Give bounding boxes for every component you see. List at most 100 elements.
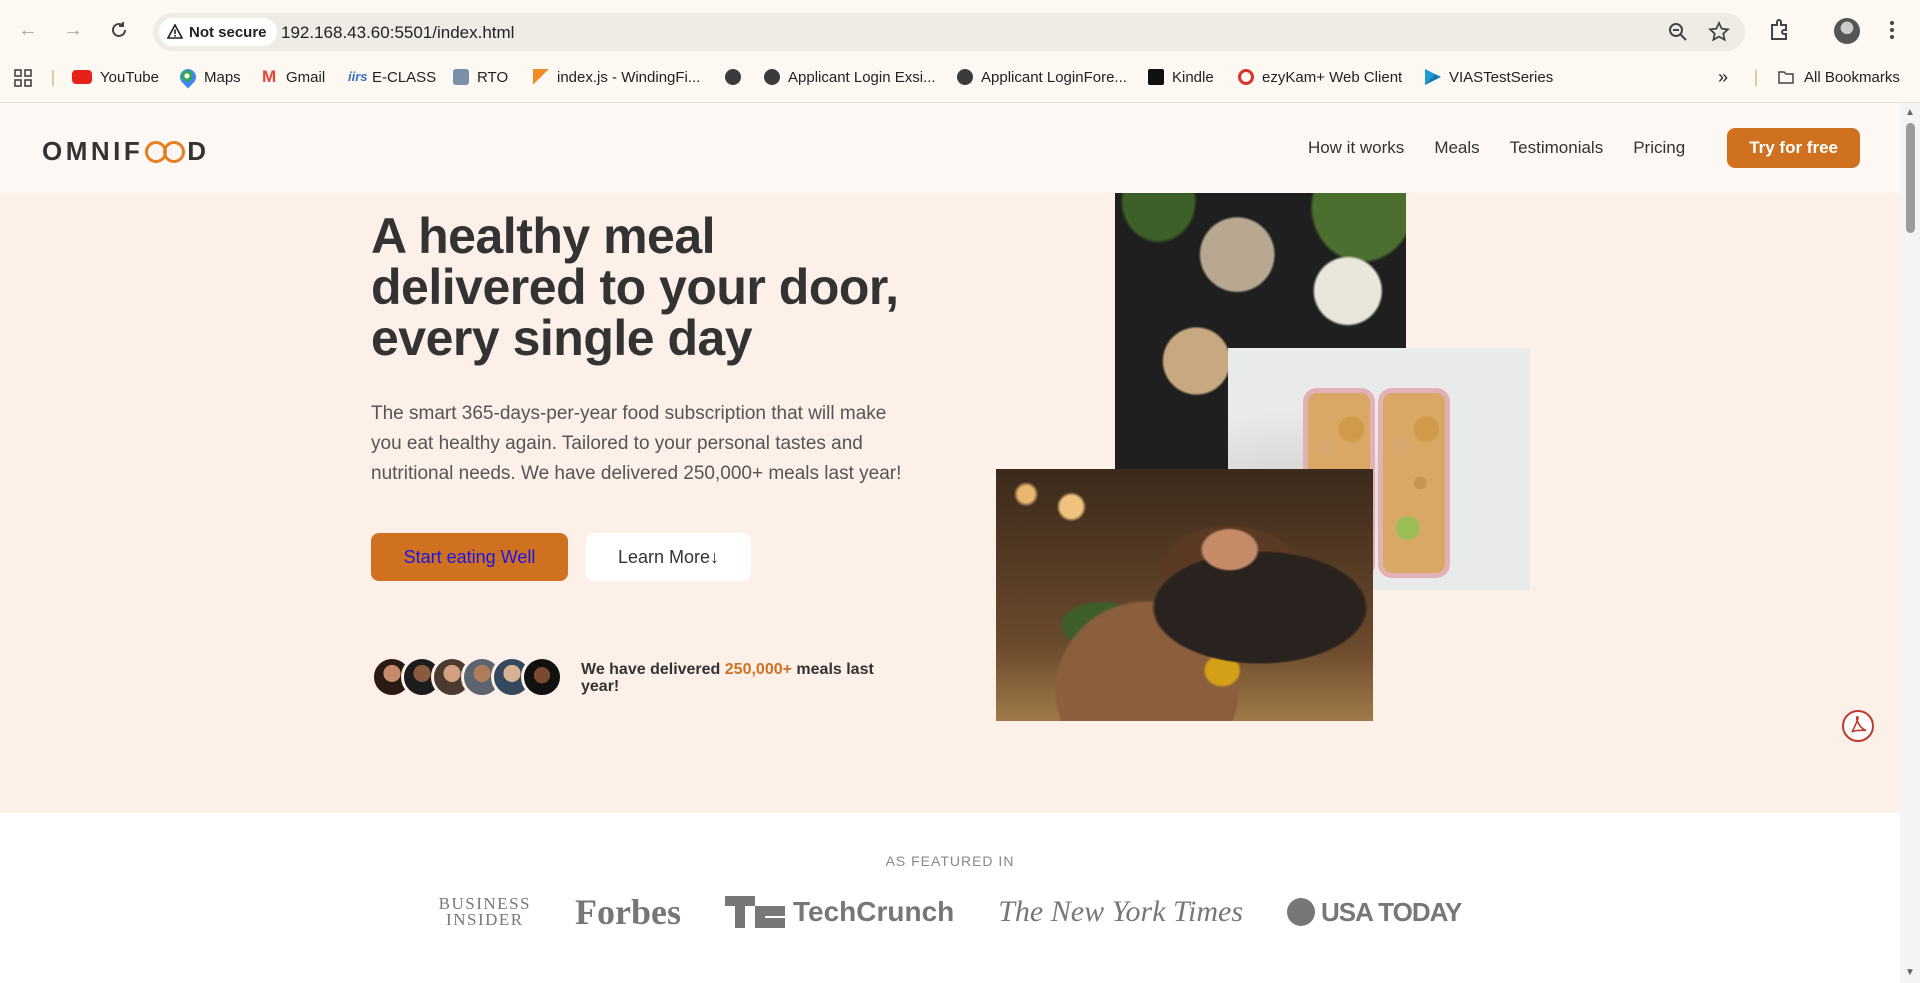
hero-description: The smart 365-days-per-year food subscri… xyxy=(371,403,902,484)
bookmark-applicant-exsi[interactable]: Applicant Login Exsi... xyxy=(764,67,936,87)
customer-avatar xyxy=(521,656,563,698)
nav-how-it-works[interactable]: How it works xyxy=(1308,138,1404,158)
profile-avatar[interactable] xyxy=(1834,18,1860,44)
delivered-prefix: We have delivered xyxy=(581,661,721,678)
bookmark-rto[interactable]: RTO xyxy=(453,67,508,87)
bookmarks-separator xyxy=(52,70,54,86)
all-bookmarks-folder[interactable]: All Bookmarks xyxy=(1776,67,1900,87)
security-chip[interactable]: Not secure xyxy=(159,18,277,46)
bookmark-label: Applicant LoginFore... xyxy=(981,68,1127,86)
business-insider-line2: INSIDER xyxy=(446,910,524,929)
bookmark-label: Gmail xyxy=(286,68,326,86)
bookmark-indexjs[interactable]: index.js - WindingFi... xyxy=(533,67,700,87)
bookmark-youtube[interactable]: YouTube xyxy=(72,67,159,87)
bookmark-applicant-fore[interactable]: Applicant LoginFore... xyxy=(957,67,1127,87)
bookmark-vias[interactable]: VIASTestSeries xyxy=(1425,67,1553,87)
bookmark-gmail[interactable]: M Gmail xyxy=(262,67,325,87)
bookmark-ezykam[interactable]: ezyKam+ Web Client xyxy=(1238,67,1402,87)
bookmark-globe[interactable] xyxy=(725,67,749,87)
bookmark-label: E-CLASS xyxy=(372,68,437,86)
techcrunch-logo: TechCrunch xyxy=(724,896,955,928)
eclass-icon: iirs xyxy=(348,69,368,84)
start-eating-well-button[interactable]: Start eating Well xyxy=(371,533,568,581)
gmail-icon: M xyxy=(262,67,277,86)
usatoday-text: USA TODAY xyxy=(1321,896,1462,927)
security-label: Not secure xyxy=(189,23,267,41)
vias-icon xyxy=(1425,69,1441,85)
bookmark-label: Maps xyxy=(204,68,241,86)
delivered-count: 250,000+ xyxy=(724,661,792,678)
bookmark-label: Applicant Login Exsi... xyxy=(788,68,936,86)
logo-text-end: D xyxy=(187,136,210,166)
url-text[interactable]: 192.168.43.60:5501/index.html xyxy=(281,23,514,43)
hero-title: A healthy meal delivered to your door, e… xyxy=(371,208,899,366)
address-bar[interactable]: Not secure 192.168.43.60:5501/index.html xyxy=(153,13,1745,51)
maps-icon xyxy=(176,65,200,89)
site-header: OMNIF D How it works Meals Testimonials … xyxy=(0,103,1900,193)
meal-box xyxy=(1378,388,1450,578)
bookmarks-separator xyxy=(1755,70,1757,86)
bookmark-maps[interactable]: Maps xyxy=(176,65,241,89)
warning-icon xyxy=(167,24,183,39)
all-bookmarks-label: All Bookmarks xyxy=(1804,68,1900,86)
bookmark-eclass[interactable]: iirs E-CLASS xyxy=(348,67,436,87)
nav-testimonials[interactable]: Testimonials xyxy=(1510,138,1604,158)
browser-chrome: ← → Not secure 192.168.43.60:5501/index.… xyxy=(0,0,1920,103)
ezykam-icon xyxy=(1238,69,1254,85)
folder-icon xyxy=(1778,71,1794,84)
bookmark-label: index.js - WindingFi... xyxy=(557,68,701,86)
usatoday-dot-icon xyxy=(1287,898,1316,926)
logo-infinity-icon xyxy=(145,140,186,163)
business-insider-logo: BUSINESS INSIDER xyxy=(439,895,531,929)
delivered-meals-text: We have delivered 250,000+ meals last ye… xyxy=(581,661,911,695)
omnifood-logo[interactable]: OMNIF D xyxy=(42,136,210,167)
kindle-icon xyxy=(1148,69,1164,85)
hero-image-woman-eating xyxy=(996,469,1373,721)
rto-icon xyxy=(453,69,469,85)
nav-meals[interactable]: Meals xyxy=(1434,138,1479,158)
zoom-icon[interactable] xyxy=(1667,21,1689,43)
globe-icon xyxy=(764,69,780,85)
nyt-logo: The New York Times xyxy=(998,895,1244,928)
reload-icon[interactable] xyxy=(104,15,134,45)
globe-icon xyxy=(957,69,973,85)
extensions-icon[interactable] xyxy=(1766,16,1794,44)
codesandbox-icon xyxy=(533,69,549,85)
nav-pricing[interactable]: Pricing xyxy=(1633,138,1685,158)
learn-more-button[interactable]: Learn More↓ xyxy=(586,533,751,581)
bookmark-label: VIASTestSeries xyxy=(1449,68,1554,86)
techcrunch-text: TechCrunch xyxy=(792,896,955,927)
main-nav: How it works Meals Testimonials Pricing … xyxy=(1308,128,1860,168)
scroll-up-icon[interactable]: ▲ xyxy=(1905,108,1915,118)
bookmarks-overflow-icon[interactable]: » xyxy=(1718,67,1728,87)
bookmark-label: YouTube xyxy=(100,68,159,86)
forbes-logo: Forbes xyxy=(574,892,681,932)
bookmark-label: RTO xyxy=(477,68,509,86)
page-scrollbar[interactable]: ▲ ▼ xyxy=(1900,103,1920,983)
try-for-free-button[interactable]: Try for free xyxy=(1727,128,1860,168)
featured-title: AS FEATURED IN xyxy=(885,853,1015,869)
usatoday-logo: USA TODAY xyxy=(1287,896,1462,928)
apps-grid-icon[interactable] xyxy=(14,69,32,87)
bookmark-star-icon[interactable] xyxy=(1708,21,1730,43)
globe-icon xyxy=(725,69,741,85)
scrollbar-thumb[interactable] xyxy=(1906,123,1915,233)
bookmark-kindle[interactable]: Kindle xyxy=(1148,67,1214,87)
back-icon[interactable]: ← xyxy=(13,15,43,45)
featured-in-section: AS FEATURED IN BUSINESS INSIDER Forbes T… xyxy=(0,813,1900,983)
hero-section: A healthy meal delivered to your door, e… xyxy=(0,193,1900,813)
scroll-down-icon[interactable]: ▼ xyxy=(1905,968,1915,978)
menu-kebab-icon[interactable] xyxy=(1878,16,1906,44)
techcrunch-mark-icon xyxy=(724,896,785,928)
browser-toolbar: ← → Not secure 192.168.43.60:5501/index.… xyxy=(0,0,1920,62)
bookmarks-bar: YouTube Maps M Gmail iirs E-CLASS RTO in… xyxy=(0,62,1920,92)
press-logos: BUSINESS INSIDER Forbes TechCrunch The N… xyxy=(0,891,1900,933)
web-page: OMNIF D How it works Meals Testimonials … xyxy=(0,103,1900,983)
customer-avatars xyxy=(371,656,563,700)
pdf-extension-icon[interactable] xyxy=(1842,710,1874,742)
logo-text-start: OMNIF xyxy=(42,136,144,166)
bookmark-label: Kindle xyxy=(1172,68,1214,86)
forward-icon[interactable]: → xyxy=(58,15,88,45)
youtube-icon xyxy=(72,70,92,84)
bookmark-label: ezyKam+ Web Client xyxy=(1262,68,1403,86)
